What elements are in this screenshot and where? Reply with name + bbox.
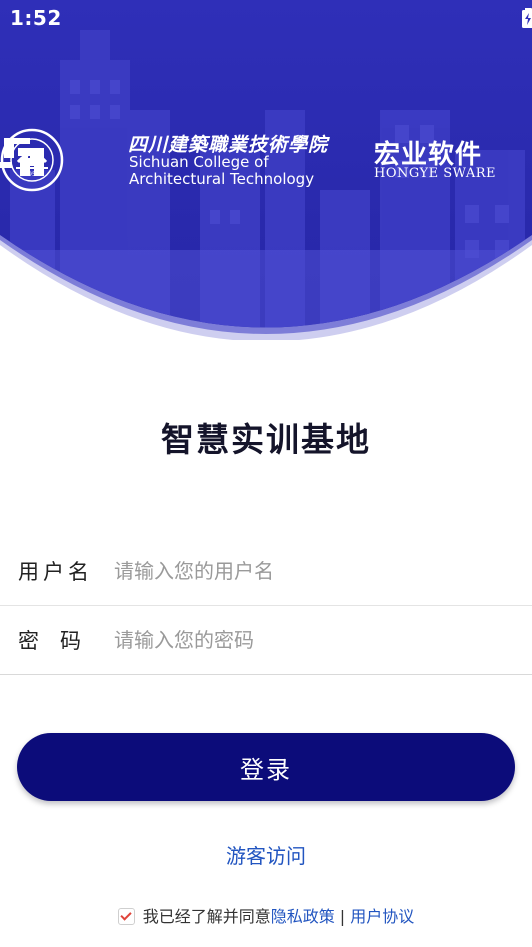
app-title: 智慧实训基地 bbox=[161, 420, 371, 459]
college-name-en: Sichuan College of Architectural Technol… bbox=[129, 153, 315, 188]
status-bar: 1:52 bbox=[0, 0, 532, 36]
hongye-name-en: HONGYE SWARE bbox=[374, 166, 497, 181]
status-time: 1:52 bbox=[10, 6, 62, 30]
hongye-logo-icon bbox=[0, 138, 44, 176]
username-label: 用户名 bbox=[18, 560, 93, 584]
password-row: 密 码 bbox=[0, 606, 532, 675]
agreement-checkbox[interactable] bbox=[117, 908, 135, 925]
guest-access-link[interactable]: 游客访问 bbox=[0, 840, 532, 869]
login-button[interactable]: 登录 bbox=[17, 733, 515, 801]
battery-icon bbox=[522, 8, 532, 28]
agreement-row: 我已经了解并同意隐私政策 | 用户协议 bbox=[0, 903, 532, 927]
username-row: 用户名 bbox=[0, 537, 532, 606]
user-agreement-link[interactable]: 用户协议 bbox=[350, 907, 414, 926]
agreement-separator: | bbox=[334, 907, 351, 926]
password-label: 密 码 bbox=[18, 629, 81, 653]
header-banner: 1:52 1956 四川建築職業技術學院 Sichuan College of … bbox=[0, 0, 532, 340]
username-input[interactable] bbox=[112, 550, 516, 592]
agreement-prefix: 我已经了解并同意 bbox=[142, 907, 271, 926]
privacy-policy-link[interactable]: 隐私政策 bbox=[271, 907, 335, 926]
logos-row: 1956 四川建築職業技術學院 Sichuan College of Archi… bbox=[0, 128, 532, 198]
password-input[interactable] bbox=[112, 619, 516, 661]
